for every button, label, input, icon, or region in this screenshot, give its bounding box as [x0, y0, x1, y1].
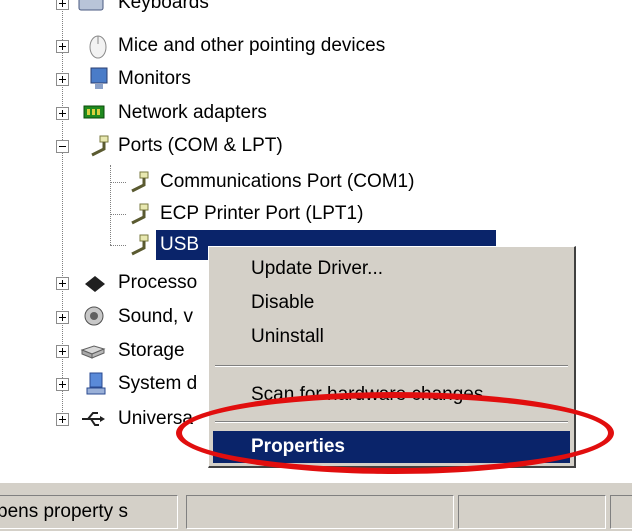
tree-item-com1[interactable]: Communications Port (COM1) [0, 167, 480, 197]
port-icon [131, 171, 149, 193]
tree-item-label: Mice and other pointing devices [118, 35, 386, 56]
tree-item-keyboards[interactable]: Keyboards [0, 0, 400, 18]
context-menu: Update Driver... Disable Uninstall Scan … [208, 246, 576, 468]
tree-item-label: Storage [118, 340, 185, 361]
keyboard-icon [78, 0, 104, 11]
expand-icon[interactable] [56, 107, 69, 120]
tree-item-label: Communications Port (COM1) [160, 171, 415, 192]
tree-item-sound[interactable]: Sound, v [0, 302, 210, 332]
status-panel [610, 495, 632, 529]
storage-icon [80, 345, 106, 359]
menu-item-update-driver[interactable]: Update Driver... [213, 253, 570, 285]
tree-item-system-devices[interactable]: System d [0, 369, 210, 399]
tree-item-label: Monitors [118, 68, 191, 89]
expand-icon[interactable] [56, 413, 69, 426]
tree-item-monitors[interactable]: Monitors [0, 64, 300, 94]
menu-separator [215, 421, 568, 423]
tree-item-label: Processo [118, 272, 198, 293]
collapse-icon[interactable] [56, 140, 69, 153]
expand-icon[interactable] [56, 378, 69, 391]
tree-item-ports[interactable]: Ports (COM & LPT) [0, 131, 340, 161]
port-icon [91, 135, 109, 157]
menu-item-disable[interactable]: Disable [213, 287, 570, 319]
tree-item-label: System d [118, 373, 198, 394]
status-text: pens property s [0, 495, 178, 529]
monitor-icon [90, 67, 108, 89]
tree-item-lpt1[interactable]: ECP Printer Port (LPT1) [0, 199, 440, 229]
status-bar: pens property s [0, 482, 632, 531]
tree-item-label: ECP Printer Port (LPT1) [160, 203, 364, 224]
tree-item-storage[interactable]: Storage [0, 336, 210, 366]
menu-separator [215, 365, 568, 367]
speaker-icon [84, 306, 104, 326]
tree-item-network-adapters[interactable]: Network adapters [0, 98, 340, 128]
menu-item-uninstall[interactable]: Uninstall [213, 321, 570, 353]
tree-item-label: Sound, v [118, 306, 193, 327]
tree-item-label: Keyboards [118, 0, 209, 13]
expand-icon[interactable] [56, 73, 69, 86]
port-icon [131, 203, 149, 225]
expand-icon[interactable] [56, 0, 69, 10]
mouse-icon [89, 35, 107, 59]
status-panel [458, 495, 606, 529]
expand-icon[interactable] [56, 277, 69, 290]
status-panel [186, 495, 454, 529]
tree-item-processors[interactable]: Processo [0, 268, 210, 298]
menu-item-properties[interactable]: Properties [213, 431, 570, 463]
tree-item-label: Universa [118, 408, 193, 429]
expand-icon[interactable] [56, 311, 69, 324]
usb-icon [82, 412, 105, 426]
network-adapter-icon [83, 105, 105, 119]
tree-item-mice[interactable]: Mice and other pointing devices [0, 31, 460, 61]
processor-icon [85, 276, 105, 292]
expand-icon[interactable] [56, 40, 69, 53]
tree-item-usb-controllers[interactable]: Universa [0, 404, 210, 434]
menu-item-scan-hardware[interactable]: Scan for hardware changes [213, 379, 570, 411]
tree-item-label: Network adapters [118, 102, 267, 123]
expand-icon[interactable] [56, 345, 69, 358]
port-icon [131, 234, 149, 256]
tree-item-label: Ports (COM & LPT) [118, 135, 283, 156]
computer-icon [86, 372, 106, 395]
